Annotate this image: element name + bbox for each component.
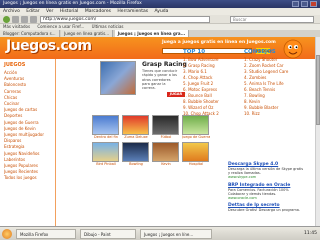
sidebar-heading: JUEGOS <box>4 62 26 68</box>
game-tile[interactable]: Zuma Deluxe <box>122 115 150 140</box>
menu-ver[interactable]: Ver <box>46 9 53 14</box>
taskbar-item[interactable]: Mozilla Firefox <box>16 229 76 239</box>
game-caption[interactable]: Hospital <box>182 162 210 167</box>
top10-item[interactable]: 10. Chop Attack 2 <box>183 111 239 117</box>
taskbar-item[interactable]: Dibujo - Paint <box>80 229 136 239</box>
search-input[interactable]: Buscar <box>230 16 314 23</box>
start-button-icon[interactable] <box>2 229 12 239</box>
game-thumbnail[interactable] <box>92 142 119 162</box>
game-caption[interactable]: Fútbol <box>152 135 180 140</box>
taskbar: Mozilla Firefox Dibujo - Paint Juegos ¡ … <box>0 226 320 240</box>
game-tile[interactable]: Dentro del fin <box>92 115 120 140</box>
menu-archivo[interactable]: Archivo <box>3 9 20 14</box>
address-bar[interactable]: http://www.juegos.com/ <box>40 16 210 23</box>
sidebar-item-todos[interactable]: Todos los juegos <box>4 175 55 181</box>
game-tile[interactable]: Kevin <box>152 142 180 167</box>
ad-text: Descubre Gratis! Descarga un programa. <box>228 208 300 213</box>
game-thumbnail[interactable] <box>182 142 209 162</box>
menu-historial[interactable]: Historial <box>60 9 79 14</box>
close-icon[interactable] <box>310 1 317 7</box>
bookmark-item[interactable]: Últimas noticias <box>92 24 124 29</box>
game-tile[interactable]: Hospital <box>182 142 210 167</box>
back-icon[interactable] <box>3 16 10 23</box>
tab-bar: Blogger: Computadora s... Juego en línea… <box>0 30 320 37</box>
consejos-heading: CONSEJOS <box>244 49 276 55</box>
consejos-list: CONSEJOS 1. Crazy Shooter 2. Zoom Rocket… <box>244 49 310 117</box>
tab-juegos-active[interactable]: Juegos ¡ Juegos en línea gra... <box>114 30 190 37</box>
game-caption[interactable]: Bowling <box>122 162 150 167</box>
game-thumbnail[interactable] <box>92 115 119 135</box>
top10-list: TOP 10 1. Bow Adventure 2. Grasp Racing … <box>183 49 239 117</box>
ad-url[interactable]: www.oracle.com <box>228 196 306 200</box>
taskbar-clock: 11:45 <box>304 231 317 236</box>
taskbar-item[interactable]: Juegos ¡ Juegos en líne... <box>140 229 212 239</box>
page-scrollbar[interactable] <box>315 37 320 226</box>
menu-ayuda[interactable]: Ayuda <box>155 9 169 14</box>
game-caption[interactable]: Juego de Guerra <box>182 135 210 140</box>
game-caption[interactable]: Kevin <box>152 162 180 167</box>
game-thumbnail[interactable] <box>122 115 149 135</box>
tab-blogger[interactable]: Blogger: Computadora s... <box>0 30 60 37</box>
game-caption[interactable]: Zuma Deluxe <box>122 135 150 140</box>
search-placeholder: Buscar <box>233 17 247 22</box>
ad-text: Para Comercios. Facturación 100% Colabor… <box>228 187 289 196</box>
game-thumbnail[interactable] <box>182 115 209 135</box>
menu-editar[interactable]: Editar <box>26 9 39 14</box>
top10-heading: TOP 10 <box>183 49 206 55</box>
reload-icon[interactable] <box>21 16 28 23</box>
ad-text: Descarga la última versión de Skype grat… <box>228 167 304 176</box>
address-url: http://www.juegos.com/ <box>43 17 97 22</box>
maximize-icon[interactable] <box>301 1 308 7</box>
game-tile[interactable]: Bowling <box>122 142 150 167</box>
sidebar: JUEGOS Acción Aventuras Baloncesto Carre… <box>0 59 56 226</box>
navigation-toolbar: http://www.juegos.com/ Buscar <box>0 15 320 24</box>
menu-marcadores[interactable]: Marcadores <box>85 9 111 14</box>
featured-game-title[interactable]: Grasp Racing <box>142 61 187 68</box>
game-caption[interactable]: Dentro del fin <box>92 135 120 140</box>
game-thumbnail[interactable] <box>152 142 179 162</box>
menu-bar: Archivo Editar Ver Historial Marcadores … <box>0 8 320 15</box>
site-logo[interactable]: Juegos.com <box>6 38 92 54</box>
scrollbar-thumb[interactable] <box>316 55 320 125</box>
ad-url[interactable]: www.skype.com <box>228 175 306 179</box>
forward-icon[interactable] <box>12 16 19 23</box>
bookmark-item[interactable]: Más visitados <box>3 24 30 29</box>
menu-herramientas[interactable]: Herramientas <box>117 9 148 14</box>
consejos-item[interactable]: 10. Rizz <box>244 111 310 117</box>
game-thumbnail[interactable] <box>122 142 149 162</box>
window-title: Juegos ¡ Juegos en línea gratis en Juego… <box>3 1 142 6</box>
game-tile[interactable]: Bird Pinball <box>92 142 120 167</box>
bookmark-item[interactable]: Comience a usar Firef... <box>37 24 84 29</box>
site-tagline: Juega a juegos gratis en línea en Juegos… <box>162 40 276 45</box>
minimize-icon[interactable] <box>292 1 299 7</box>
tab-juego-en-linea[interactable]: Juego en línea gratis... <box>61 30 113 37</box>
featured-game-image[interactable] <box>100 61 136 95</box>
screen: Juegos ¡ Juegos en línea gratis en Juego… <box>0 0 320 240</box>
game-tile[interactable]: Juego de Guerra <box>182 115 210 140</box>
home-icon[interactable] <box>30 16 37 23</box>
featured-game: Grasp Racing Tienes que conducir rápido … <box>60 59 187 101</box>
game-thumbnail[interactable] <box>152 115 179 135</box>
web-page: Juegos.com Juega a juegos gratis en líne… <box>0 37 320 226</box>
game-tile[interactable]: Fútbol <box>152 115 180 140</box>
sponsored-links: Descarga Skype 4.0 Descarga la última ve… <box>228 159 306 212</box>
featured-game-description: Tienes que conducir rápido y ganar a los… <box>142 69 178 91</box>
window-titlebar: Juegos ¡ Juegos en línea gratis en Juego… <box>0 0 320 8</box>
game-caption[interactable]: Bird Pinball <box>92 162 120 167</box>
